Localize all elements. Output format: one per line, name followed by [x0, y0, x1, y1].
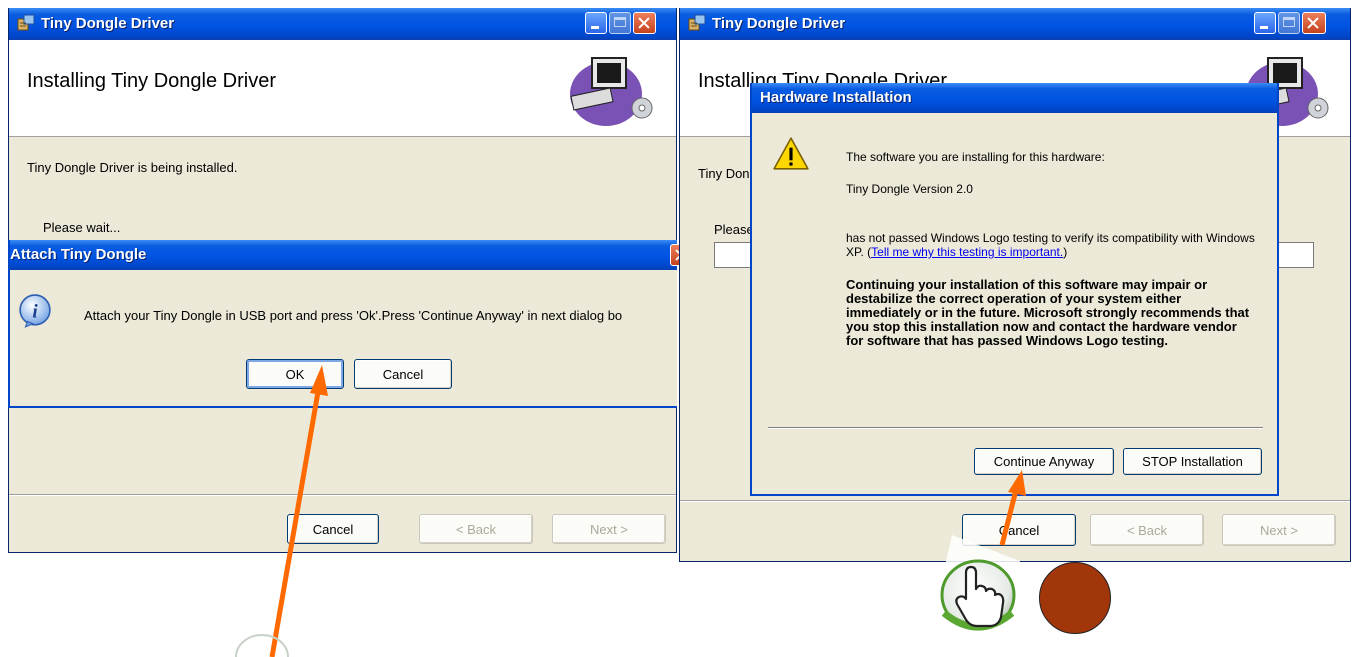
hardware-product: Tiny Dongle Version 2.0	[846, 182, 973, 196]
attach-dialog-message: Attach your Tiny Dongle in USB port and …	[84, 308, 623, 323]
right-back-button[interactable]: < Back	[1090, 514, 1204, 546]
maximize-button[interactable]	[609, 12, 631, 34]
stop-installation-button[interactable]: STOP Installation	[1123, 448, 1262, 475]
attach-cancel-button[interactable]: Cancel	[354, 359, 452, 389]
installer-app-icon	[17, 14, 35, 31]
left-header-title: Installing Tiny Dongle Driver	[27, 70, 276, 92]
computer-setup-icon	[570, 57, 653, 126]
continue-anyway-button[interactable]: Continue Anyway	[974, 448, 1114, 475]
close-button[interactable]	[1302, 12, 1326, 34]
tell-me-why-link[interactable]: Tell me why this testing is important.	[871, 245, 1063, 259]
right-footer-divider	[680, 500, 1350, 502]
left-header-panel: Installing Tiny Dongle Driver	[9, 40, 676, 137]
left-title-bar[interactable]: Tiny Dongle Driver	[9, 8, 676, 40]
left-window-title: Tiny Dongle Driver	[41, 15, 175, 32]
hardware-line2: has not passed Windows Logo testing to v…	[846, 231, 1255, 259]
hardware-installation-dialog: Hardware Installation The software you a…	[750, 83, 1279, 496]
attach-dongle-dialog: Attach Tiny Dongle i Attach your Tiny Do…	[8, 240, 682, 408]
svg-text:i: i	[32, 301, 38, 322]
maximize-button[interactable]	[1278, 12, 1300, 34]
hardware-dialog-title-bar[interactable]: Hardware Installation	[752, 83, 1277, 113]
left-footer-divider	[9, 494, 676, 496]
close-button[interactable]	[633, 12, 656, 34]
hand-cursor-icon	[936, 535, 1020, 631]
attach-dialog-title: Attach Tiny Dongle	[10, 246, 147, 263]
right-title-bar[interactable]: Tiny Dongle Driver	[680, 8, 1350, 40]
right-window-title: Tiny Dongle Driver	[712, 15, 846, 32]
warning-icon	[773, 137, 809, 170]
left-cancel-button[interactable]: Cancel	[287, 514, 379, 544]
left-next-button[interactable]: Next >	[552, 514, 666, 544]
left-status-text: Tiny Dongle Driver is being installed.	[27, 160, 238, 175]
hardware-dialog-divider	[768, 427, 1263, 429]
click-indicator-circle	[1039, 562, 1111, 634]
ok-button[interactable]: OK	[246, 359, 344, 389]
left-wait-text: Please wait...	[43, 220, 121, 235]
left-back-button[interactable]: < Back	[419, 514, 533, 544]
attach-dialog-title-bar[interactable]: Attach Tiny Dongle	[10, 240, 682, 270]
installer-app-icon	[688, 14, 706, 31]
right-next-button[interactable]: Next >	[1222, 514, 1336, 546]
hardware-warning-text: Continuing your installation of this sof…	[846, 277, 1250, 348]
hardware-dialog-title: Hardware Installation	[760, 89, 912, 106]
info-icon: i	[19, 294, 51, 328]
minimize-button[interactable]	[585, 12, 607, 34]
hardware-line1: The software you are installing for this…	[846, 150, 1105, 164]
minimize-button[interactable]	[1254, 12, 1276, 34]
